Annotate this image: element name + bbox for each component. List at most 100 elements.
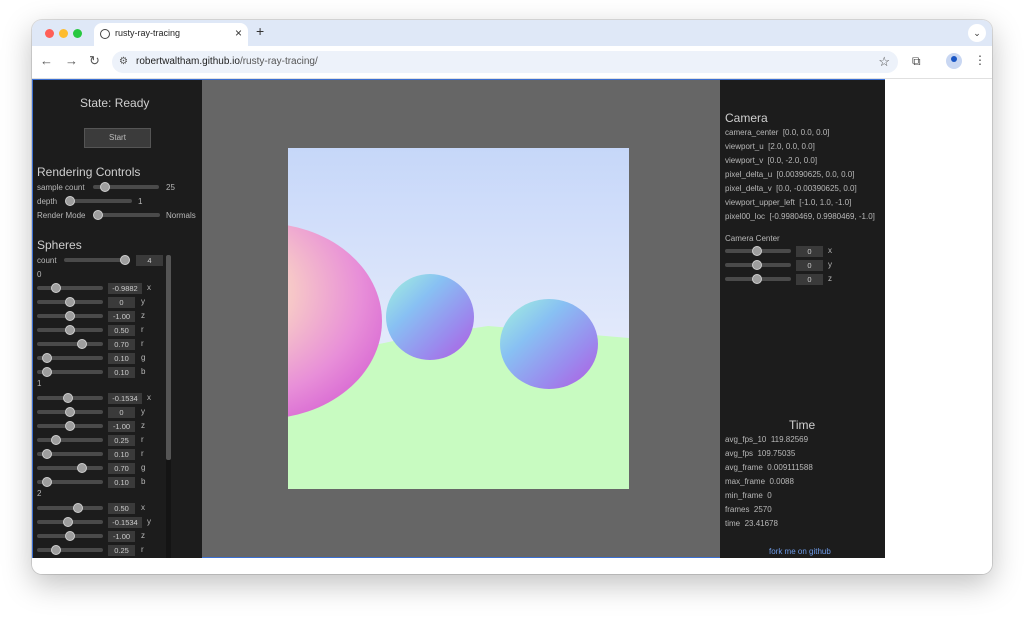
camera-center-key: camera_center [725,128,779,137]
tab-search-button[interactable]: ⌄ [968,24,986,42]
depth-slider[interactable] [66,199,132,203]
camera-center-z-thumb[interactable] [752,274,762,284]
extensions-icon[interactable]: ⧉ [912,54,921,69]
sphere-1-red-thumb[interactable] [42,449,52,459]
sphere-2-x-value[interactable]: 0.50 [108,503,135,514]
browser-menu-icon[interactable]: ⋮ [974,53,986,67]
sphere-1-green-value[interactable]: 0.70 [108,463,135,474]
sphere-1-blue-thumb[interactable] [42,477,52,487]
spheres-scrollbar[interactable] [166,255,171,558]
sphere-count-thumb[interactable] [120,255,130,265]
close-window-button[interactable] [45,29,54,38]
viewport-v-key: viewport_v [725,156,764,165]
site-info-icon[interactable]: ⚙ [119,56,128,67]
sphere-1-label: 1 [37,379,42,388]
sphere-0-x-value[interactable]: -0.9882 [108,283,142,294]
sphere-2-x-thumb[interactable] [73,503,83,513]
new-tab-button[interactable]: + [256,23,264,39]
start-button[interactable]: Start [84,128,151,148]
min-frame-val: 0 [767,491,772,500]
avg-fps-row: avg_fps 109.75035 [725,449,795,458]
camera-center-y-thumb[interactable] [752,260,762,270]
fork-me-link[interactable]: fork me on github [769,547,831,556]
sphere-1-blue-axis: b [141,477,146,486]
camera-center-z-value[interactable]: 0 [796,274,823,285]
tab-strip: rusty-ray-tracing × + ⌄ [32,20,992,46]
sphere-2-z-value[interactable]: -1.00 [108,531,135,542]
sphere-count-value[interactable]: 4 [136,255,163,266]
sphere-1-radius-thumb[interactable] [51,435,61,445]
sphere-2-radius-value[interactable]: 0.25 [108,545,135,556]
render-image [288,148,629,489]
sphere-2-radius-slider[interactable] [37,548,103,552]
viewport-v-val: [0.0, -2.0, 0.0] [767,156,818,165]
sphere-0-y-value[interactable]: 0 [108,297,135,308]
sphere-2-z-axis: z [141,531,145,540]
min-frame-row: min_frame 0 [725,491,772,500]
sphere-0-z-thumb[interactable] [65,311,75,321]
url-text[interactable]: robertwaltham.github.io/rusty-ray-tracin… [136,56,318,67]
sphere-2-label: 2 [37,489,42,498]
zoom-window-button[interactable] [73,29,82,38]
sphere-2-radius-thumb[interactable] [51,545,61,555]
frames-row: frames 2570 [725,505,772,514]
sphere-1-radius-value[interactable]: 0.25 [108,435,135,446]
viewport-upper-left-row: viewport_upper_left [-1.0, 1.0, -1.0] [725,198,851,207]
pixel00-loc-key: pixel00_loc [725,212,766,221]
sphere-2-y-thumb[interactable] [63,517,73,527]
sphere-0-radius-value[interactable]: 0.50 [108,325,135,336]
camera-center-x-axis: x [828,246,832,255]
sphere-0-y-thumb[interactable] [65,297,75,307]
profile-avatar[interactable] [946,53,962,69]
back-icon[interactable]: ← [40,54,53,68]
pixel-delta-u-val: [0.00390625, 0.0, 0.0] [776,170,855,179]
sphere-0-red-value[interactable]: 0.70 [108,339,135,350]
sphere-0-z-value[interactable]: -1.00 [108,311,135,322]
camera-center-y-value[interactable]: 0 [796,260,823,271]
frames-key: frames [725,505,750,514]
sphere-1-y-thumb[interactable] [65,407,75,417]
sphere-0-radius-thumb[interactable] [65,325,75,335]
spheres-scrollbar-thumb[interactable] [166,255,171,460]
sphere-0-x-thumb[interactable] [51,283,61,293]
sphere-0-blue-value[interactable]: 0.10 [108,367,135,378]
sphere-2-z-thumb[interactable] [65,531,75,541]
forward-icon[interactable]: → [65,54,78,68]
camera-center-x-thumb[interactable] [752,246,762,256]
sphere-0-red-thumb[interactable] [77,339,87,349]
sphere-1-z-thumb[interactable] [65,421,75,431]
spheres-title: Spheres [37,238,82,252]
frames-val: 2570 [753,505,772,514]
sphere-2-x-slider[interactable] [37,506,103,510]
sphere-1-z-value[interactable]: -1.00 [108,421,135,432]
sphere-0-green-axis: g [141,353,146,362]
sphere-0-green-thumb[interactable] [42,353,52,363]
sphere-1-green-slider[interactable] [37,466,103,470]
sphere-1-blue-value[interactable]: 0.10 [108,477,135,488]
sphere-0-red-slider[interactable] [37,342,103,346]
sphere-1-y-value[interactable]: 0 [108,407,135,418]
sphere-1-radius-slider[interactable] [37,438,103,442]
sphere-0-blue-thumb[interactable] [42,367,52,377]
minimize-window-button[interactable] [59,29,68,38]
depth-thumb[interactable] [65,196,75,206]
bookmark-star-icon[interactable]: ☆ [878,54,890,70]
sphere-0-x-slider[interactable] [37,286,103,290]
pixel-delta-v-key: pixel_delta_v [725,184,772,193]
close-icon[interactable]: × [235,26,242,40]
render-mode-slider[interactable] [94,213,160,217]
tab-title: rusty-ray-tracing [115,28,181,38]
sphere-1-x-thumb[interactable] [63,393,73,403]
render-mode-thumb[interactable] [93,210,103,220]
sphere-0-green-value[interactable]: 0.10 [108,353,135,364]
tab-active[interactable]: rusty-ray-tracing × [94,23,248,46]
sphere-1-green-thumb[interactable] [77,463,87,473]
pixel-delta-v-val: [0.0, -0.00390625, 0.0] [776,184,857,193]
sphere-2-y-value[interactable]: -0.1534 [108,517,142,528]
camera-center-x-value[interactable]: 0 [796,246,823,257]
reload-icon[interactable]: ↻ [89,54,100,68]
address-bar[interactable]: ⚙ robertwaltham.github.io/rusty-ray-trac… [112,51,898,73]
sphere-1-red-value[interactable]: 0.10 [108,449,135,460]
sphere-1-x-value[interactable]: -0.1534 [108,393,142,404]
sample-count-thumb[interactable] [100,182,110,192]
